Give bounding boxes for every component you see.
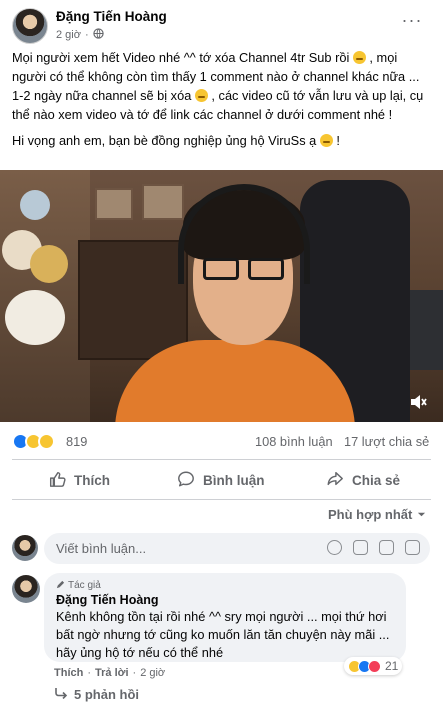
post-body: Mọi người xem hết Video nhé ^^ tớ xóa Ch… [12,48,432,157]
smile-emoji-icon [194,89,208,102]
video-wall-frame [95,188,133,220]
comment-label: Bình luận [203,472,265,488]
smile-emoji-icon [319,134,333,147]
separator-dot: · [84,29,89,41]
current-user-avatar [12,535,38,561]
comment-time[interactable]: 2 giờ [140,667,165,679]
gif-icon[interactable] [379,540,394,555]
love-reaction-icon [368,659,381,673]
reply-arrow-icon [54,687,68,702]
camera-icon[interactable] [353,540,368,555]
separator-dot: · [87,667,92,679]
share-label: Chia sẻ [352,472,401,488]
comment-bubble: Tác giả Đặng Tiến Hoàng Kênh không tồn t… [44,573,406,662]
haha-reaction-icon [38,433,55,450]
comment-sort-dropdown[interactable]: Phù hợp nhất [328,507,426,522]
comment-count[interactable]: 108 bình luận [255,434,333,449]
post-text-segment: Hi vọng anh em, bạn bè đồng nghiệp ủng h… [12,133,320,148]
video-cabinet [78,240,188,360]
more-options-icon[interactable]: ··· [400,10,424,30]
divider [12,459,431,460]
video-player[interactable] [0,170,443,422]
share-arrow-icon [326,470,344,491]
author-badge-label: Tác giả [68,580,101,591]
video-glasses-right [248,258,284,280]
comment-input-placeholder: Viết bình luận... [56,541,147,556]
post-header: Đặng Tiến Hoàng 2 giờ · ··· [0,0,443,44]
share-button[interactable]: Chia sẻ [326,464,400,496]
author-avatar[interactable] [12,8,48,44]
comment-bubble-icon [177,470,195,491]
separator-dot: · [132,667,137,679]
post-paragraph-1: Mọi người xem hết Video nhé ^^ tớ xóa Ch… [12,48,432,124]
caret-down-icon [417,507,426,522]
post-actions: Thích Bình luận Chia sẻ [12,464,431,496]
video-plush-toy [5,290,65,345]
video-glasses-left [203,258,239,280]
share-count[interactable]: 17 lượt chia sẻ [344,434,429,449]
comment-text: Kênh không tồn tại rồi nhé ^^ sry mọi ng… [56,609,390,660]
view-replies-link[interactable]: 5 phản hồi [54,687,139,702]
like-label: Thích [74,472,110,488]
sticker-icon[interactable] [405,540,420,555]
video-plush-toy [20,190,50,220]
reaction-count[interactable]: 819 [66,434,87,449]
volume-muted-icon[interactable] [408,392,430,412]
author-name[interactable]: Đặng Tiến Hoàng [56,9,167,24]
commenter-name[interactable]: Đặng Tiến Hoàng [56,593,394,607]
pencil-icon [56,580,65,592]
post-paragraph-2: Hi vọng anh em, bạn bè đồng nghiệp ủng h… [12,131,432,150]
comment-input[interactable]: Viết bình luận... [44,533,430,564]
reaction-icons[interactable] [12,433,55,450]
comment-button[interactable]: Bình luận [177,464,265,496]
thumbs-up-icon [48,470,66,491]
globe-icon [92,28,104,42]
comment-actions: Thích · Trả lời · 2 giờ [54,667,165,679]
emoji-picker-icon[interactable] [327,540,342,555]
post-text-segment: ! [332,133,340,148]
commenter-avatar[interactable] [12,575,40,603]
video-wall-frame [142,184,184,220]
post-text-segment: Mọi người xem hết Video nhé ^^ tớ xóa Ch… [12,50,353,65]
video-plush-toy [30,245,68,283]
like-button[interactable]: Thích [48,464,110,496]
smile-emoji-icon [352,51,366,64]
reactions-summary: 819 108 bình luận 17 lượt chia sẻ [12,433,432,453]
divider [12,499,431,500]
sort-label: Phù hợp nhất [328,507,413,522]
author-badge: Tác giả [56,579,394,592]
comment-like-link[interactable]: Thích [54,667,83,679]
replies-label: 5 phản hồi [74,687,139,702]
post-meta: 2 giờ · [56,28,104,42]
comment-reaction-count: 21 [385,659,399,673]
comment-reactions[interactable]: 21 [344,657,403,675]
comment-input-tools [327,540,420,555]
video-headset [178,184,310,284]
post-time[interactable]: 2 giờ [56,29,81,41]
comment-reply-link[interactable]: Trả lời [95,667,129,679]
